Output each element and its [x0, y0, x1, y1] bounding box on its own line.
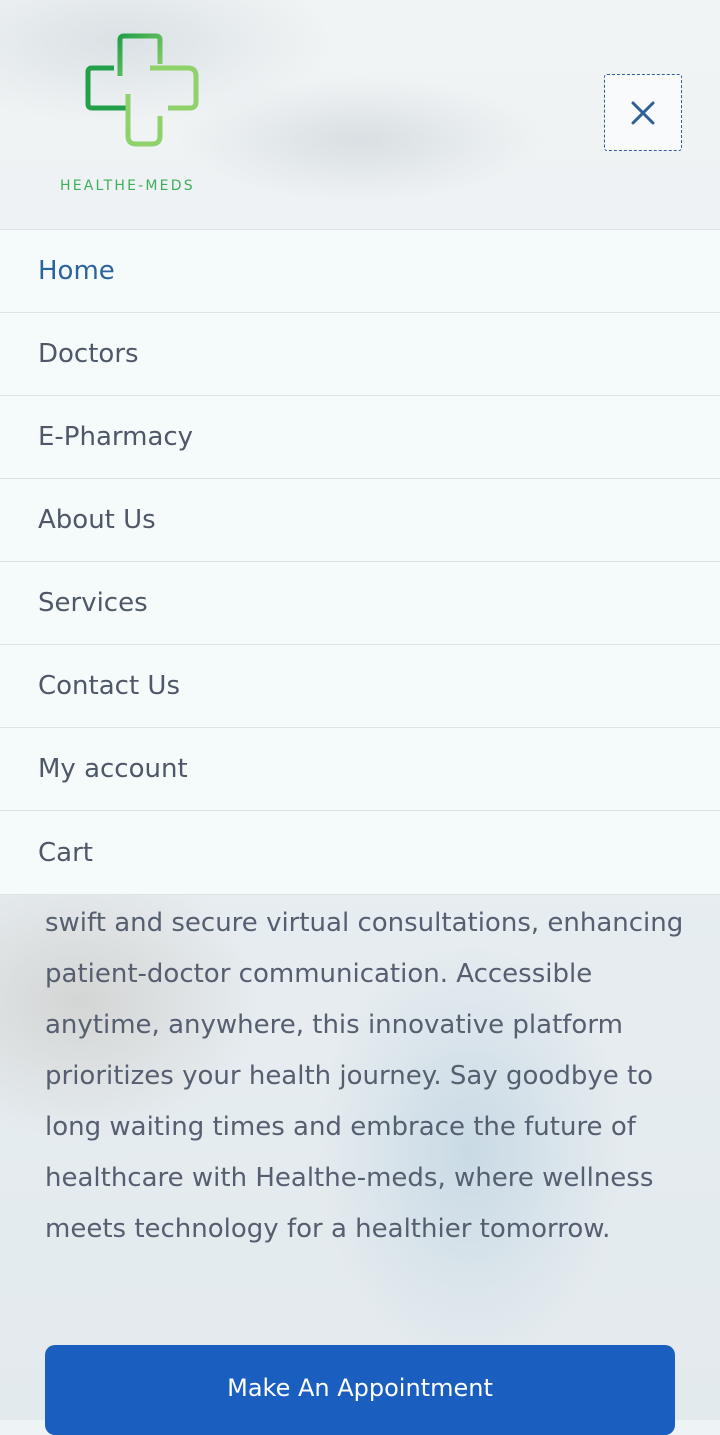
logo[interactable]: HEALTHE-MEDS	[58, 30, 228, 200]
nav-item-e-pharmacy[interactable]: E-Pharmacy	[0, 396, 720, 479]
nav-item-cart[interactable]: Cart	[0, 811, 720, 894]
nav-item-contact-us[interactable]: Contact Us	[0, 645, 720, 728]
nav-item-doctors[interactable]: Doctors	[0, 313, 720, 396]
intro-paragraph: swift and secure virtual consultations, …	[45, 908, 684, 1244]
nav-item-my-account[interactable]: My account	[0, 728, 720, 811]
nav-item-about-us[interactable]: About Us	[0, 479, 720, 562]
brand-name: HEALTHE-MEDS	[60, 178, 195, 194]
cross-logo-icon	[85, 33, 199, 147]
close-icon	[631, 101, 655, 124]
nav-item-home[interactable]: Home	[0, 230, 720, 313]
site-header: HEALTHE-MEDS	[0, 0, 720, 230]
nav-item-services[interactable]: Services	[0, 562, 720, 645]
menu-close-button[interactable]	[604, 74, 682, 151]
mobile-nav-menu: Home Doctors E-Pharmacy About Us Service…	[0, 229, 720, 894]
make-appointment-button[interactable]: Make An Appointment	[45, 1345, 675, 1435]
